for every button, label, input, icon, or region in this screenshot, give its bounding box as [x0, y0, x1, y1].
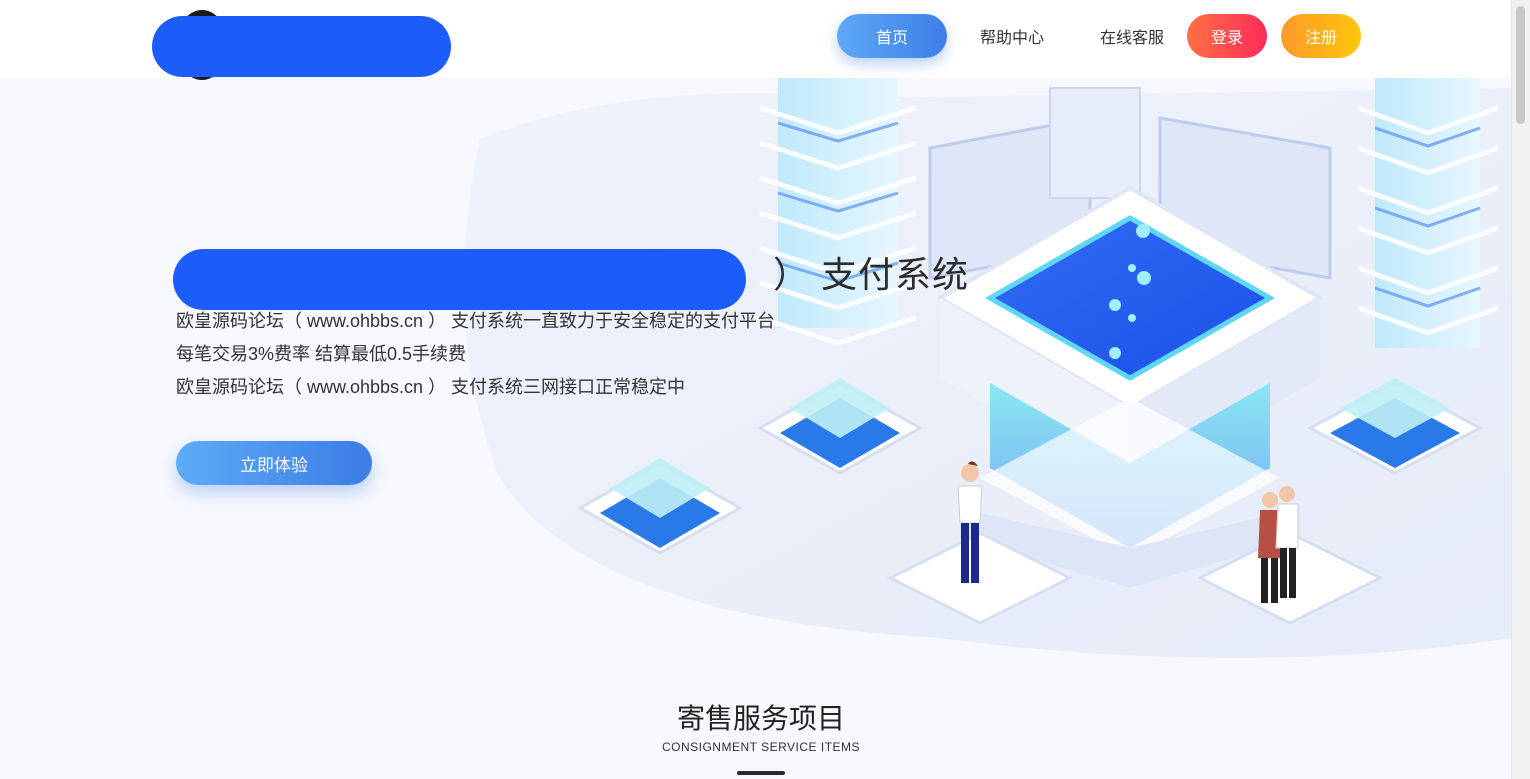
- section-underline: [737, 771, 785, 775]
- try-now-button[interactable]: 立即体验: [176, 441, 372, 485]
- section-title: 寄售服务项目: [676, 703, 845, 734]
- title-redaction: [173, 249, 746, 310]
- top-header: 首页 帮助中心 在线客服 登录 注册: [0, 0, 1512, 80]
- hero-title-suffix: ） 支付系统: [773, 254, 970, 295]
- hero-description-line-1: 欧皇源码论坛（ www.ohbbs.cn ） 支付系统一直致力于安全稳定的支付平…: [176, 311, 776, 331]
- hero-description-line-2: 每笔交易3%费率 结算最低0.5手续费: [176, 344, 467, 364]
- nav-help-center-link[interactable]: 帮助中心: [962, 14, 1062, 58]
- register-button[interactable]: 注册: [1281, 14, 1361, 58]
- hero-description-line-3: 欧皇源码论坛（ www.ohbbs.cn ） 支付系统三网接口正常稳定中: [176, 377, 686, 397]
- nav-home-button[interactable]: 首页: [837, 14, 947, 58]
- logo-redaction: [152, 16, 451, 77]
- hero-title-block: ） 支付系统: [173, 246, 968, 310]
- nav-online-service-link[interactable]: 在线客服: [1082, 14, 1182, 58]
- login-button[interactable]: 登录: [1187, 14, 1267, 58]
- scrollbar-thumb[interactable]: [1516, 6, 1525, 124]
- section-subtitle: CONSIGNMENT SERVICE ITEMS: [661, 740, 861, 754]
- vertical-scrollbar[interactable]: [1511, 0, 1530, 779]
